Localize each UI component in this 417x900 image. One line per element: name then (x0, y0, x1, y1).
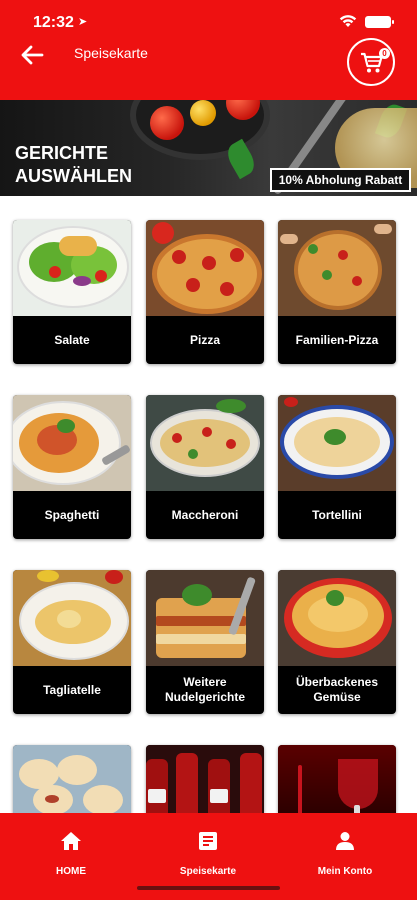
category-label: Spaghetti (44, 507, 100, 522)
category-card-tagliatelle[interactable]: Tagliatelle (13, 570, 131, 714)
category-card-spaghetti[interactable]: Spaghetti (13, 395, 131, 539)
category-image (13, 745, 131, 813)
location-arrow-icon: ➤ (78, 16, 88, 28)
home-icon (61, 832, 81, 850)
status-bar: 12:32 ➤ (0, 0, 417, 44)
status-time: 12:32 (33, 14, 74, 31)
menu-icon (199, 832, 217, 850)
banner-tomato-image (150, 106, 184, 140)
category-card-tortellini[interactable]: Tortellini (278, 395, 396, 539)
category-label: Maccheroni (171, 507, 239, 522)
category-card-dessert[interactable] (13, 745, 131, 813)
cart-button[interactable]: 0 (347, 38, 395, 86)
banner-heading-line2: AUSWÄHLEN (15, 166, 132, 186)
nav-account-label: Mein Konto (317, 866, 373, 877)
banner-heading-line1: GERICHTE (15, 143, 109, 163)
page-title: Speisekarte (74, 45, 148, 61)
category-image (278, 745, 396, 813)
category-label: Weitere Nudelgerichte (164, 675, 245, 704)
category-label: Salate (54, 332, 90, 347)
category-card-familien-pizza[interactable]: Familien-Pizza (278, 220, 396, 364)
nav-account[interactable]: Mein Konto (295, 831, 395, 879)
category-card-getraenke[interactable] (146, 745, 264, 813)
nav-menu-label: Speisekarte (179, 866, 237, 877)
category-grid: Salate Pizza Familien-Pizza Spaghetti Ma… (0, 196, 417, 813)
category-image (146, 220, 264, 316)
category-image (13, 570, 131, 666)
category-card-weitere-nudelgerichte[interactable]: Weitere Nudelgerichte (146, 570, 264, 714)
cart-count-badge: 0 (379, 48, 390, 59)
category-card-maccheroni[interactable]: Maccheroni (146, 395, 264, 539)
nav-menu[interactable]: Speisekarte (158, 831, 258, 879)
nav-home-label: HOME (56, 866, 86, 877)
battery-icon (365, 16, 394, 28)
category-label: Pizza (189, 332, 220, 347)
category-image (146, 570, 264, 666)
category-label: Familien-Pizza (295, 332, 379, 347)
category-card-ueberbackenes-gemuese[interactable]: Überbackenes Gemüse (278, 570, 396, 714)
category-label: Tortellini (312, 507, 362, 522)
category-card-pizza[interactable]: Pizza (146, 220, 264, 364)
app-header: 12:32 ➤ Speisekarte 0 (0, 0, 417, 100)
banner-pepper-image (190, 100, 216, 126)
category-image (146, 745, 264, 813)
wifi-icon (339, 15, 357, 27)
banner-heading: GERICHTE AUSWÄHLEN (15, 142, 132, 188)
category-card-wein[interactable] (278, 745, 396, 813)
category-image (278, 570, 396, 666)
category-card-salate[interactable]: Salate (13, 220, 131, 364)
category-image (278, 220, 396, 316)
account-icon (336, 832, 354, 850)
category-image (13, 395, 131, 491)
category-label: Tagliatelle (43, 682, 101, 697)
nav-home[interactable]: HOME (21, 831, 121, 879)
home-indicator[interactable] (137, 886, 280, 890)
discount-badge: 10% Abholung Rabatt (270, 168, 411, 192)
category-image (146, 395, 264, 491)
category-image (278, 395, 396, 491)
category-label: Überbackenes Gemüse (295, 675, 379, 704)
back-arrow-icon[interactable] (20, 44, 44, 66)
category-image (13, 220, 131, 316)
